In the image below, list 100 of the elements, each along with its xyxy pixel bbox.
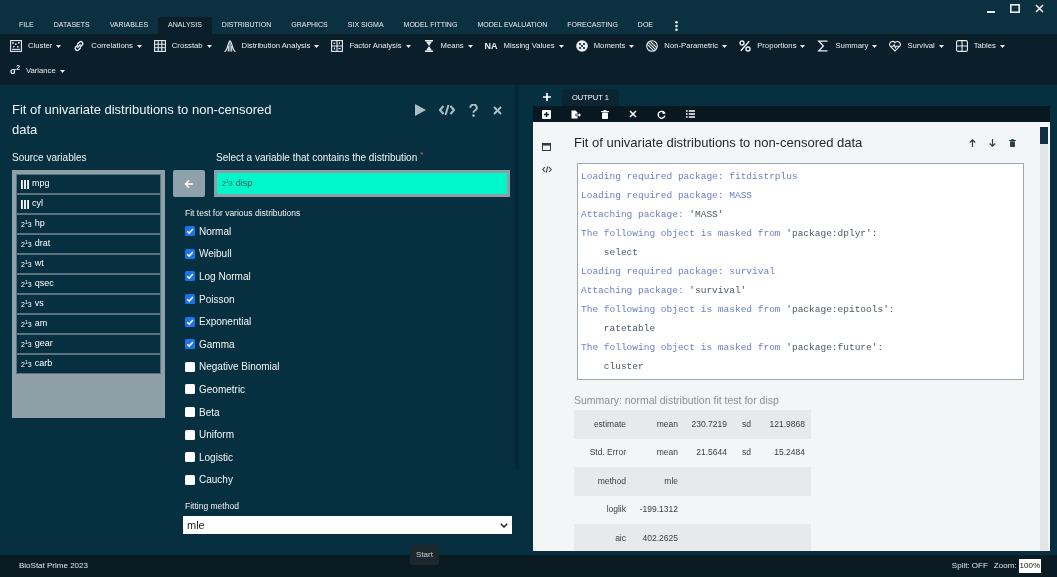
checkbox[interactable] [185,429,195,440]
table-cell-text: -199.1312 [638,503,679,517]
percent-icon [739,40,752,52]
checkbox-label[interactable]: Exponential [199,314,252,330]
console-line: Loading required package: fitdistrplus [581,170,799,184]
method-select[interactable]: mle [183,516,512,535]
section-label: Select a variable that contains the distribution [216,151,418,165]
checkbox-label[interactable]: Geometric [199,381,246,397]
table-cell-text: 230.7219 [690,417,728,431]
table-cell-text: estimate [592,417,627,431]
checkbox[interactable] [185,339,195,350]
checkbox[interactable] [185,271,195,282]
zoom-field[interactable]: 100% [1018,559,1041,573]
section-label: Source variables [12,151,88,165]
console-line: Attaching package: 'survival' [581,284,748,298]
caret-icon [467,44,473,48]
table-cell-text: mle [663,474,679,488]
checkbox[interactable] [185,452,195,463]
console-line: The following object is masked from 'package:future': [581,341,885,355]
console-line: Attaching package: 'MASS' [581,208,725,222]
checkbox-label[interactable]: Negative Binomial [199,359,280,375]
caret-icon [405,44,411,48]
zoom-label: Zoom: [993,560,1017,572]
arrow-left-icon [184,178,194,189]
console-line: The following object is masked from 'package:epitools': [581,303,896,317]
minimize-icon[interactable] [987,10,995,13]
list-icon[interactable] [686,110,695,118]
start-button[interactable]: Start [410,545,439,565]
window-icon[interactable] [542,143,551,151]
table-cell-text: Std. Error [588,446,627,460]
refresh-icon[interactable] [657,109,666,119]
dialog-title: Fit of univariate distributions to non-censored data [12,101,273,139]
console-line: Loading required package: MASS [581,189,754,203]
caret-icon [629,44,635,48]
checkbox[interactable] [185,226,195,237]
checkbox[interactable] [185,407,195,418]
checkbox[interactable] [185,384,195,395]
arrow-up-icon[interactable] [969,139,976,147]
bars-icon [21,199,29,209]
app-name: BioStat Prime 2023 [19,560,88,572]
console-line: select [602,246,639,260]
play-icon[interactable] [415,104,426,116]
variable-item[interactable]: mpg [16,174,161,194]
table-cell-text: 121.9868 [768,417,806,431]
code-icon[interactable] [439,104,455,116]
caret-icon [938,44,944,48]
checkbox[interactable] [185,316,195,327]
checkbox-label[interactable]: Cauchy [199,472,233,488]
required-mark: * [420,150,424,160]
table-cell-text: 21.5644 [695,446,728,460]
table-cell-text: loglik [605,503,627,517]
scrollbar-thumb[interactable] [1040,127,1048,144]
close-icon[interactable] [493,105,502,115]
checkbox-label[interactable]: Poisson [199,291,235,307]
table-cell-text: method [596,474,627,488]
dotted-circle-icon [575,40,588,52]
checkbox[interactable] [185,248,195,259]
caret-icon [999,44,1005,48]
table-cell-text: sd [741,446,752,460]
heart-pulse-icon [889,40,902,52]
plus-icon[interactable] [543,93,551,101]
variable-item[interactable]: cyl [16,194,161,214]
more-icon[interactable] [675,20,678,31]
chevron-down-icon [500,522,508,528]
console-line: The following object is masked from 'package:dplyr': [581,227,879,241]
checkbox-label[interactable]: Normal [199,223,232,239]
table-cell-text: sd [741,417,752,431]
hourglass-icon [422,40,435,52]
scrollbar-track[interactable] [1040,127,1048,551]
checkbox-label[interactable]: Uniform [199,427,234,443]
caret-icon [206,44,212,48]
checkbox-label[interactable]: Log Normal [199,269,251,284]
plus-square-icon[interactable] [542,109,551,119]
checkbox-label[interactable]: Gamma [199,336,235,352]
checkbox[interactable] [185,474,195,485]
caret-icon [800,44,806,48]
console-line: Loading required package: survival [581,265,776,279]
checkbox[interactable] [185,294,195,305]
maximize-icon[interactable] [1010,4,1020,13]
na-icon: NA [484,41,498,51]
link-icon [73,40,86,52]
checkbox[interactable] [185,361,195,372]
table-cell-text: mean [655,417,679,431]
checkbox-label[interactable]: Weibull [199,246,232,262]
trash-icon[interactable] [601,109,609,119]
code-icon[interactable] [541,166,552,173]
checkbox-label[interactable]: Logistic [199,449,233,465]
console-line: cluster [602,360,645,374]
help-icon[interactable] [469,103,478,117]
trash-icon[interactable] [1009,139,1016,147]
caret-icon [558,44,564,48]
checkbox-label[interactable]: Beta [199,404,220,420]
caret-icon [56,44,62,48]
split-status: Split: OFF [951,560,988,572]
arrow-down-icon[interactable] [989,139,996,147]
file-arrow-icon[interactable] [571,109,581,119]
table-cell-text: 15.2484 [773,446,806,460]
caret-icon [314,44,320,48]
section-label: Fit test for various distributions [185,207,302,220]
caret-icon [59,69,65,73]
